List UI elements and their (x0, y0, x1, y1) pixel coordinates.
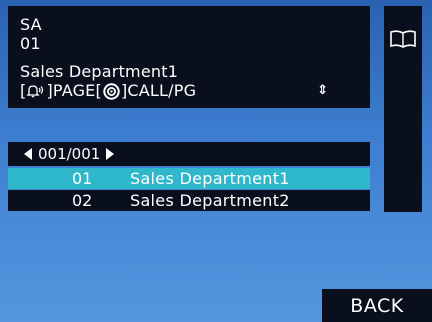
back-button[interactable]: BACK (322, 289, 432, 322)
page-label: ]PAGE[ (46, 81, 102, 100)
info-line-department: Sales Department1 (20, 62, 179, 81)
info-line-number: 01 (20, 34, 41, 53)
target-icon (103, 82, 120, 100)
scroll-indicator-icon: ⇕ (317, 83, 328, 98)
next-page-icon[interactable] (102, 144, 118, 164)
previous-page-icon[interactable] (20, 144, 36, 164)
page-indicator: 001/001 (38, 145, 101, 163)
call-page-label: ]CALL/PG (120, 81, 197, 100)
info-panel: SA 01 Sales Department1 [ ]PAGE[ ]CALL/P… (8, 6, 370, 108)
list-item-selected[interactable]: 01 Sales Department1 (8, 168, 370, 189)
info-line-sa: SA (20, 15, 42, 34)
info-line-modes: [ ]PAGE[ ]CALL/PG (20, 82, 196, 100)
book-icon[interactable] (388, 26, 418, 52)
bell-icon (26, 83, 46, 99)
list-item-number: 02 (72, 191, 93, 210)
side-bar (384, 6, 422, 212)
list-item-number: 01 (72, 169, 93, 188)
pager: 001/001 (8, 142, 370, 166)
list-item[interactable]: 02 Sales Department2 (8, 190, 370, 211)
list-item-name: Sales Department1 (130, 169, 290, 188)
list-item-name: Sales Department2 (130, 191, 290, 210)
